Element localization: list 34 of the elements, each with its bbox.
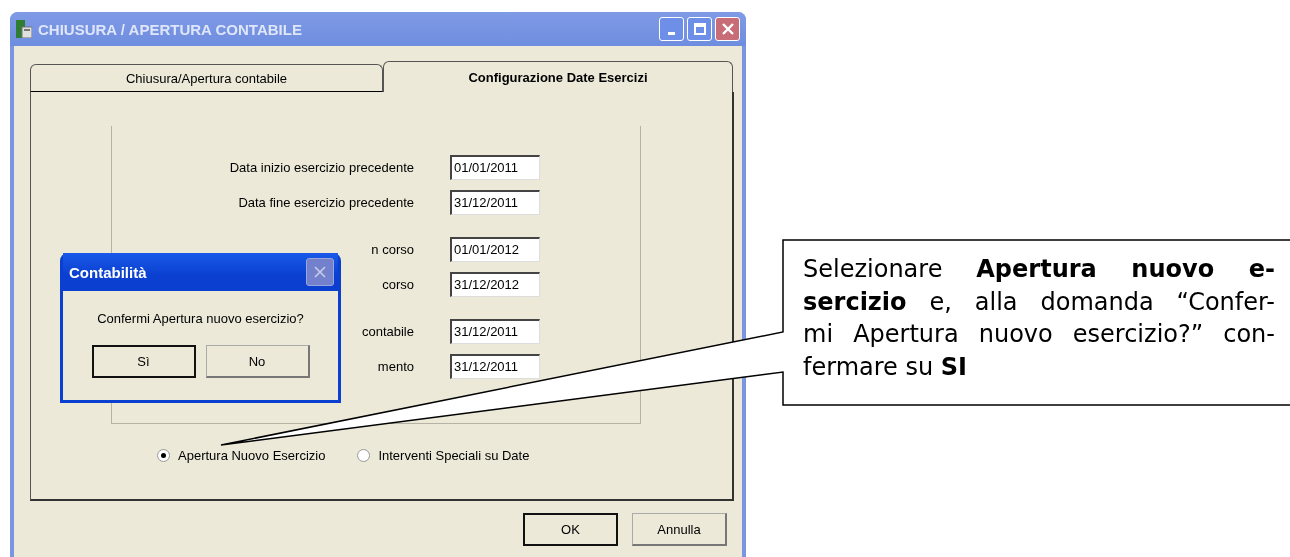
maximize-icon	[693, 23, 706, 35]
date-field[interactable]: 01/01/2012	[450, 236, 540, 262]
dialog-button[interactable]: Annulla	[632, 513, 727, 546]
date-field[interactable]: 31/12/2012	[450, 271, 540, 297]
tab[interactable]: Configurazione Date Esercizi	[383, 61, 733, 92]
callout-text: Selezionare Apertura nuovo e- sercizio e, alla domanda “Confer- mi Apertura nuovo esercizio?” con- fermare su SI	[803, 254, 1275, 383]
field-label: Data inizio esercizio precedente	[229, 159, 414, 175]
tab[interactable]: Chiusura/Apertura contabile	[30, 64, 383, 92]
date-field[interactable]: 01/01/2011	[450, 154, 540, 180]
dialog-button[interactable]: No	[205, 345, 310, 378]
minimize-button[interactable]	[659, 17, 684, 41]
radio-label: Interventi Speciali su Date	[378, 448, 530, 463]
maximize-button[interactable]	[687, 17, 712, 41]
field-label: Data fine esercizio precedente	[238, 194, 414, 210]
window-title: Contabilità	[69, 263, 147, 281]
radio-button[interactable]	[157, 449, 170, 462]
date-field[interactable]: 31/12/2011	[450, 318, 540, 344]
calculator-icon	[16, 20, 32, 38]
field-label: mento	[377, 358, 414, 374]
dialog-button[interactable]: OK	[523, 513, 618, 546]
field-label: n corso	[371, 241, 414, 257]
radio-button[interactable]	[357, 449, 371, 462]
date-field[interactable]: 31/12/2011	[450, 189, 540, 215]
date-field[interactable]: 31/12/2011	[450, 353, 540, 379]
window-title: CHIUSURA / APERTURA CONTABILE	[38, 20, 302, 38]
field-label: corso	[382, 276, 414, 292]
dialog-button[interactable]: Sì	[91, 345, 196, 378]
close-icon	[313, 265, 327, 279]
close-button[interactable]	[306, 258, 334, 286]
message-text: Confermi Apertura nuovo esercizio?	[97, 311, 304, 326]
minimize-icon	[668, 31, 675, 35]
field-label: contabile	[361, 323, 414, 339]
close-icon	[721, 23, 734, 35]
radio-label: Apertura Nuovo Esercizio	[178, 448, 326, 463]
